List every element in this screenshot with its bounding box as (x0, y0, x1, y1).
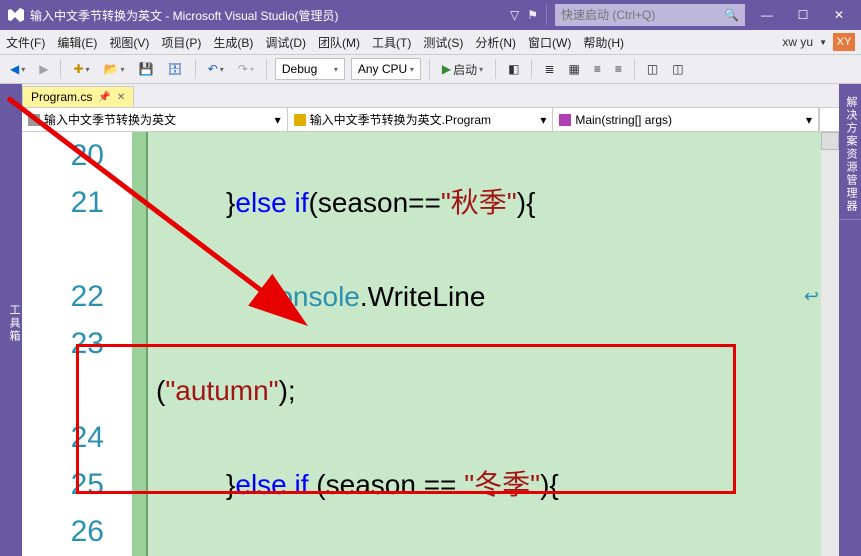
nav-fwd-button[interactable]: ▶ (35, 60, 52, 78)
maximize-button[interactable]: ☐ (789, 8, 817, 22)
new-project-button[interactable]: ✚▾ (69, 60, 93, 78)
redo-button[interactable]: ↷▾ (234, 60, 258, 78)
user-name: xw yu (782, 35, 813, 49)
rail-solution-explorer[interactable]: 解决方案资源管理器 (839, 90, 861, 220)
quick-launch[interactable]: 🔍 (555, 4, 745, 26)
tool-icon-3[interactable]: ▦ (565, 60, 584, 78)
quick-launch-input[interactable] (561, 8, 724, 22)
nav-namespace[interactable]: 输入中文季节转换为英文▾ (22, 108, 288, 131)
nav-back-button[interactable]: ◀▾ (6, 60, 29, 78)
menu-window[interactable]: 窗口(W) (528, 34, 571, 51)
menu-tools[interactable]: 工具(T) (372, 34, 411, 51)
menu-edit[interactable]: 编辑(E) (57, 34, 97, 51)
config-dropdown[interactable]: Debug▾ (275, 58, 345, 80)
menu-file[interactable]: 文件(F) (6, 34, 45, 51)
chevron-down-icon: ▼ (819, 38, 827, 47)
tool-icon-2[interactable]: ≣ (540, 60, 558, 78)
feedback-icon[interactable]: ⚑ (527, 8, 538, 22)
vertical-scrollbar[interactable] (821, 132, 839, 556)
close-button[interactable]: ✕ (825, 8, 853, 22)
right-rail: 解决方案资源管理器 (839, 84, 861, 556)
notification-icon[interactable]: ▽ (510, 8, 519, 22)
menu-team[interactable]: 团队(M) (318, 34, 360, 51)
tab-label: Program.cs (31, 90, 92, 104)
save-button[interactable]: 💾 (135, 60, 158, 78)
csharp-icon (28, 114, 40, 126)
nav-bar: 输入中文季节转换为英文▾ 输入中文季节转换为英文.Program▾ Main(s… (22, 108, 839, 132)
save-all-button[interactable]: 🗄 (163, 60, 186, 78)
tool-icon-1[interactable]: ◧ (504, 60, 523, 78)
user-badge: XY (833, 33, 855, 51)
tool-icon-6[interactable]: ◫ (643, 60, 662, 78)
toolbox-rail[interactable]: 工具箱 (0, 84, 22, 556)
undo-button[interactable]: ↶▾ (204, 60, 228, 78)
tool-icon-4[interactable]: ≡ (590, 60, 605, 78)
annotation-box (76, 344, 736, 494)
platform-dropdown[interactable]: Any CPU▾ (351, 58, 421, 80)
scroll-up-button[interactable] (821, 132, 839, 150)
menu-debug[interactable]: 调试(D) (265, 34, 306, 51)
title-bar: 输入中文季节转换为英文 - Microsoft Visual Studio(管理… (0, 0, 861, 30)
document-tabs: Program.cs 📌 ✕ (22, 84, 839, 108)
tool-icon-5[interactable]: ≡ (611, 60, 626, 78)
nav-member[interactable]: Main(string[] args)▾ (553, 108, 819, 131)
nav-class[interactable]: 输入中文季节转换为英文.Program▾ (288, 108, 554, 131)
tool-icon-7[interactable]: ◫ (668, 60, 687, 78)
menu-help[interactable]: 帮助(H) (583, 34, 624, 51)
user-area[interactable]: xw yu ▼ XY (782, 33, 855, 51)
menu-test[interactable]: 测试(S) (423, 34, 463, 51)
class-icon (294, 114, 306, 126)
menu-project[interactable]: 项目(P) (161, 34, 201, 51)
search-icon: 🔍 (724, 8, 739, 22)
open-button[interactable]: 📂▾ (100, 60, 129, 78)
toolbar: ◀▾ ▶ ✚▾ 📂▾ 💾 🗄 ↶▾ ↷▾ Debug▾ Any CPU▾ ▶启动… (0, 54, 861, 84)
menu-build[interactable]: 生成(B) (213, 34, 253, 51)
menu-analyze[interactable]: 分析(N) (475, 34, 516, 51)
menu-bar: 文件(F) 编辑(E) 视图(V) 项目(P) 生成(B) 调试(D) 团队(M… (0, 30, 861, 54)
method-icon (559, 114, 571, 126)
window-title: 输入中文季节转换为英文 - Microsoft Visual Studio(管理… (30, 7, 510, 24)
split-icon[interactable] (819, 108, 839, 131)
menu-view[interactable]: 视图(V) (109, 34, 149, 51)
start-button[interactable]: ▶启动▾ (438, 59, 487, 80)
tab-program-cs[interactable]: Program.cs 📌 ✕ (22, 86, 134, 107)
pin-icon[interactable]: 📌 (98, 92, 110, 103)
minimize-button[interactable]: — (753, 8, 781, 22)
vs-logo-icon (8, 7, 24, 23)
close-tab-icon[interactable]: ✕ (117, 92, 125, 103)
